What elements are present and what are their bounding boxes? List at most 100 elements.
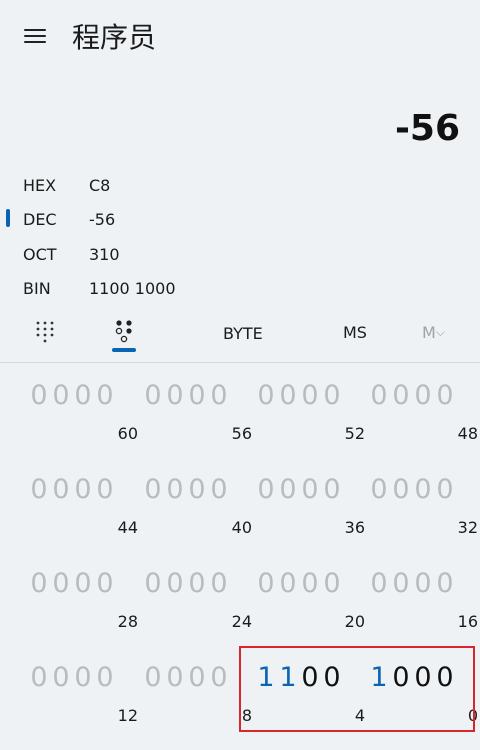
bit-toggle[interactable]: 0 bbox=[72, 568, 94, 599]
bit-toggle[interactable]: 0 bbox=[299, 474, 321, 505]
bit-position-label: 36 bbox=[344, 518, 365, 537]
bit-toggle[interactable]: 0 bbox=[186, 380, 208, 411]
radix-row-hex[interactable]: HEX C8 bbox=[0, 168, 300, 202]
bit-toggle[interactable]: 0 bbox=[50, 568, 72, 599]
bit-group: 0 0 0 0 40 bbox=[142, 464, 252, 544]
bit-toggle[interactable]: 0 bbox=[142, 380, 164, 411]
bit-digits: 0000 bbox=[142, 662, 252, 693]
bit-toggle[interactable]: 0 bbox=[94, 380, 116, 411]
bit-toggle[interactable]: 0 bbox=[390, 568, 412, 599]
bit-toggle[interactable]: 0 bbox=[28, 380, 50, 411]
bit-toggle[interactable]: 0 bbox=[368, 380, 390, 411]
bit-group: 0 0 0 0 24 bbox=[142, 558, 252, 638]
bit-group: 0 0 0 0 44 bbox=[28, 464, 138, 544]
bit-toggle[interactable]: 0 bbox=[390, 380, 412, 411]
bit-toggle[interactable]: 0 bbox=[277, 568, 299, 599]
bit-toggle[interactable]: 0 bbox=[412, 380, 434, 411]
bit-position-label: 24 bbox=[231, 612, 252, 631]
radix-value: C8 bbox=[89, 176, 111, 195]
bit-toggle[interactable]: 0 bbox=[390, 474, 412, 505]
bit-toggle[interactable]: 0 bbox=[434, 474, 456, 505]
bit-toggle[interactable]: 0 bbox=[208, 662, 230, 693]
bit-position-label: 20 bbox=[344, 612, 365, 631]
bit-position-label: 48 bbox=[457, 424, 478, 443]
radix-label: HEX bbox=[23, 176, 57, 195]
bit-toggle[interactable]: 0 bbox=[94, 662, 116, 693]
bit-toggle[interactable]: 0 bbox=[28, 662, 50, 693]
bit-group: 0 0 0 0 16 bbox=[368, 558, 478, 638]
bit-toggle[interactable]: 0 bbox=[28, 474, 50, 505]
bit-toggle[interactable]: 0 bbox=[299, 380, 321, 411]
bit-toggle[interactable]: 0 bbox=[142, 662, 164, 693]
bit-position-label: 16 bbox=[457, 612, 478, 631]
radix-row-bin[interactable]: BIN 1100 1000 bbox=[0, 271, 300, 305]
bit-position-label: 12 bbox=[117, 706, 138, 725]
bit-toggle[interactable]: 0 bbox=[368, 474, 390, 505]
bit-position-label: 60 bbox=[117, 424, 138, 443]
word-size-button[interactable]: BYTE bbox=[223, 324, 263, 343]
bit-group: 0 0 0 0 32 bbox=[368, 464, 478, 544]
bit-toggle[interactable]: 0 bbox=[412, 568, 434, 599]
bit-toggle[interactable]: 0 bbox=[28, 568, 50, 599]
radix-value: 310 bbox=[89, 245, 120, 264]
radix-label: BIN bbox=[23, 279, 51, 298]
bit-toggle[interactable]: 0 bbox=[255, 380, 277, 411]
memory-dropdown-label: M bbox=[422, 323, 436, 342]
bit-digits: 0000 bbox=[368, 568, 478, 599]
bit-group: 0 0 0 0 48 bbox=[368, 370, 478, 450]
bit-toggle[interactable]: 0 bbox=[299, 568, 321, 599]
bit-digits: 0000 bbox=[28, 662, 138, 693]
bit-toggle[interactable]: 0 bbox=[368, 568, 390, 599]
memory-dropdown-button[interactable]: M⌵ bbox=[422, 323, 445, 342]
bit-toggle[interactable]: 0 bbox=[321, 380, 343, 411]
bit-toggle[interactable]: 0 bbox=[50, 380, 72, 411]
full-keypad-icon[interactable] bbox=[34, 320, 56, 344]
bit-toggle[interactable]: 0 bbox=[186, 568, 208, 599]
bit-toggle[interactable]: 0 bbox=[94, 474, 116, 505]
bit-toggle[interactable]: 0 bbox=[164, 380, 186, 411]
hamburger-icon[interactable] bbox=[24, 27, 46, 45]
bit-toggle[interactable]: 0 bbox=[208, 474, 230, 505]
page-title: 程序员 bbox=[72, 21, 157, 54]
bit-position-label: 56 bbox=[231, 424, 252, 443]
bit-toggle[interactable]: 0 bbox=[208, 380, 230, 411]
bit-toggle[interactable]: 0 bbox=[72, 662, 94, 693]
bit-position-label: 40 bbox=[231, 518, 252, 537]
bit-toggle[interactable]: 0 bbox=[94, 568, 116, 599]
bit-toggle[interactable]: 0 bbox=[434, 380, 456, 411]
bit-toggle[interactable]: 0 bbox=[277, 380, 299, 411]
bit-toggle[interactable]: 0 bbox=[50, 474, 72, 505]
memory-store-button[interactable]: MS bbox=[343, 323, 367, 342]
radix-row-oct[interactable]: OCT 310 bbox=[0, 237, 300, 271]
bit-digits: 0000 bbox=[368, 474, 478, 505]
bit-toggle[interactable]: 0 bbox=[142, 474, 164, 505]
bit-digits: 0000 bbox=[142, 568, 252, 599]
bit-toggle[interactable]: 0 bbox=[321, 474, 343, 505]
bit-group: 0 0 0 0 12 bbox=[28, 652, 138, 732]
bit-toggle[interactable]: 0 bbox=[412, 474, 434, 505]
bit-toggle[interactable]: 0 bbox=[142, 568, 164, 599]
bit-toggle[interactable]: 0 bbox=[434, 568, 456, 599]
bit-digits: 0000 bbox=[255, 380, 365, 411]
bit-toggle[interactable]: 0 bbox=[164, 474, 186, 505]
bit-toggle[interactable]: 0 bbox=[164, 568, 186, 599]
bit-digits: 0000 bbox=[368, 380, 478, 411]
bit-toggle[interactable]: 0 bbox=[255, 474, 277, 505]
bit-toggle[interactable]: 0 bbox=[50, 662, 72, 693]
bit-toggle[interactable]: 0 bbox=[208, 568, 230, 599]
divider bbox=[0, 362, 480, 363]
bit-toggle[interactable]: 0 bbox=[72, 380, 94, 411]
bit-toggle[interactable]: 0 bbox=[186, 474, 208, 505]
bit-toggle[interactable]: 0 bbox=[164, 662, 186, 693]
bit-toggle[interactable]: 0 bbox=[72, 474, 94, 505]
bit-toggling-keypad-icon[interactable] bbox=[112, 318, 136, 346]
bit-toggle[interactable]: 0 bbox=[321, 568, 343, 599]
bit-digits: 0000 bbox=[255, 568, 365, 599]
bit-toggle[interactable]: 0 bbox=[255, 568, 277, 599]
bit-digits: 0000 bbox=[142, 380, 252, 411]
bit-toggle[interactable]: 0 bbox=[186, 662, 208, 693]
bit-digits: 0000 bbox=[28, 380, 138, 411]
active-tab-underline bbox=[112, 348, 136, 352]
radix-row-dec[interactable]: DEC -56 bbox=[0, 202, 300, 236]
bit-toggle[interactable]: 0 bbox=[277, 474, 299, 505]
